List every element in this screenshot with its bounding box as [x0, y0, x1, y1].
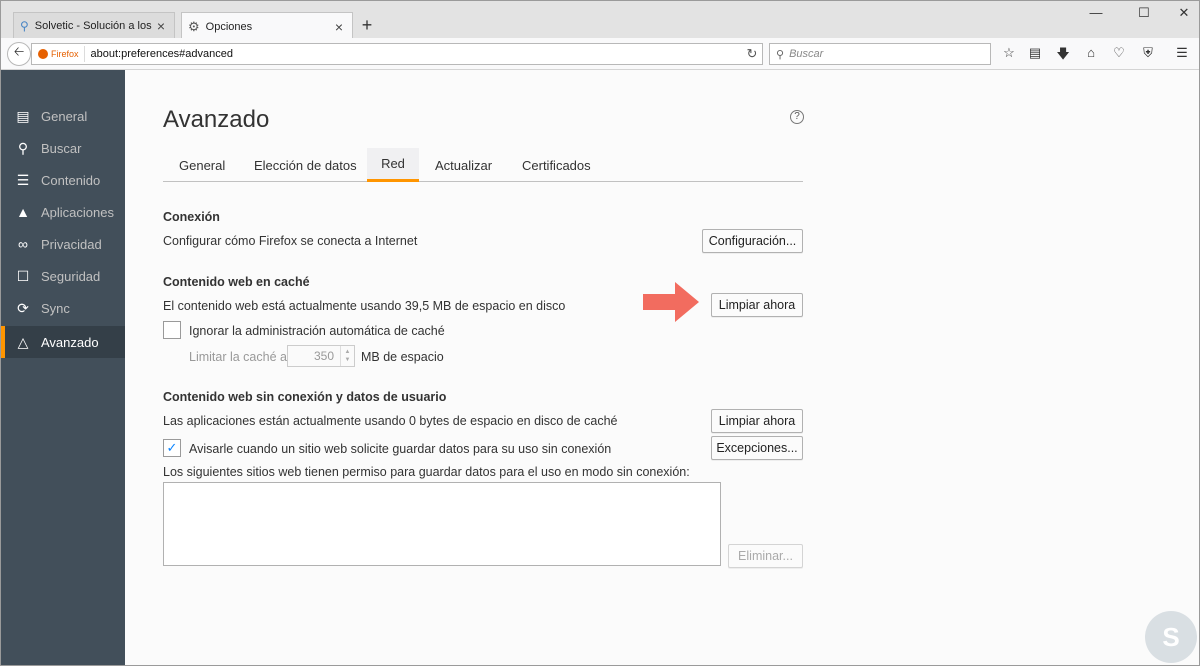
connection-settings-button[interactable]: Configuración...	[702, 229, 803, 253]
red-arrow-annotation	[643, 282, 699, 322]
help-icon[interactable]: ?	[790, 110, 804, 124]
exceptions-button[interactable]: Excepciones...	[711, 436, 803, 460]
bookmark-star-icon[interactable]: ☆	[1000, 45, 1018, 63]
cache-usage-text: El contenido web está actualmente usando…	[163, 299, 566, 313]
sidebar-item-sync[interactable]: ⟳ Sync	[1, 292, 125, 324]
close-tab-icon[interactable]: ×	[154, 18, 168, 34]
page-title: Avanzado	[163, 106, 270, 133]
connection-description: Configurar cómo Firefox se conecta a Int…	[163, 234, 418, 248]
security-lock-icon: ☐	[16, 267, 30, 284]
menu-hamburger-icon[interactable]: ☰	[1173, 45, 1191, 63]
search-icon: ⚲	[17, 139, 29, 156]
sidebar-item-privacidad[interactable]: ∞ Privacidad	[1, 228, 125, 260]
offline-sites-list[interactable]	[163, 482, 721, 566]
tab-strip: ⚲ Solvetic - Solución a los prol × ⚙ Opc…	[1, 1, 1199, 40]
sidebar-item-label: Seguridad	[41, 268, 101, 284]
notify-offline-checkbox[interactable]: ✓	[163, 439, 181, 457]
offline-sites-label: Los siguientes sitios web tienen permiso…	[163, 465, 690, 479]
search-placeholder: Buscar	[789, 48, 824, 60]
clear-cache-button[interactable]: Limpiar ahora	[711, 293, 803, 317]
sidebar: ▤ General ⚲ Buscar ☰ Contenido ▲ Aplicac…	[1, 70, 125, 665]
back-arrow-icon[interactable]: 🡠	[7, 42, 31, 66]
search-input[interactable]: ⚲ Buscar	[769, 43, 991, 65]
sidebar-item-label: Avanzado	[41, 334, 99, 350]
new-tab-button[interactable]: +	[357, 15, 377, 36]
sidebar-item-label: Privacidad	[41, 236, 102, 252]
notify-offline-label: Avisarle cuando un sitio web solicite gu…	[189, 442, 612, 456]
privacy-mask-icon: ∞	[18, 236, 28, 252]
cache-heading: Contenido web en caché	[163, 275, 310, 289]
maximize-icon[interactable]: ☐	[1129, 5, 1159, 23]
sidebar-item-buscar[interactable]: ⚲ Buscar	[1, 132, 125, 164]
override-cache-label: Ignorar la administración automática de …	[189, 324, 445, 338]
close-tab-icon[interactable]: ×	[332, 19, 346, 35]
sidebar-item-label: Sync	[41, 300, 70, 316]
url-bar[interactable]: Firefox about:preferences#advanced ↻	[31, 43, 763, 65]
magnifier-favicon-icon: ⚲	[20, 19, 29, 33]
bookmarks-library-icon[interactable]: ▤	[1026, 45, 1044, 63]
cache-limit-input[interactable]: 350 ▲ ▼	[287, 345, 355, 367]
offline-usage-text: Las aplicaciones están actualmente usand…	[163, 414, 618, 428]
offline-heading: Contenido web sin conexión y datos de us…	[163, 390, 447, 404]
applications-icon: ▲	[16, 204, 30, 220]
gear-icon: ⚙	[188, 18, 200, 34]
sidebar-item-label: Aplicaciones	[41, 204, 114, 220]
sidebar-item-aplicaciones[interactable]: ▲ Aplicaciones	[1, 196, 125, 228]
tab-general[interactable]: General	[179, 148, 225, 182]
solvetic-watermark-logo: S	[1145, 611, 1197, 663]
advanced-tabs: General Elección de datos Red Actualizar…	[163, 148, 803, 182]
tab-eleccion-de-datos[interactable]: Elección de datos	[254, 148, 357, 182]
cache-limit-label: Limitar la caché a	[189, 350, 287, 364]
override-cache-checkbox[interactable]	[163, 321, 181, 339]
shield-extension-icon[interactable]: ⛨	[1139, 45, 1157, 63]
clear-offline-button[interactable]: Limpiar ahora	[711, 409, 803, 433]
reload-icon[interactable]: ↻	[742, 46, 762, 62]
identity-label: Firefox	[51, 49, 79, 59]
close-window-icon[interactable]: ✕	[1169, 5, 1199, 23]
connection-heading: Conexión	[163, 210, 220, 224]
downloads-icon[interactable]: 🡇	[1054, 45, 1072, 63]
search-icon: ⚲	[776, 48, 785, 61]
identity-box[interactable]: Firefox	[32, 46, 85, 62]
cache-limit-value: 350	[313, 349, 334, 363]
tab-solvetic[interactable]: ⚲ Solvetic - Solución a los prol ×	[13, 12, 175, 39]
navigation-bar: 🡠 Firefox about:preferences#advanced ↻ ⚲…	[1, 38, 1199, 70]
tab-certificados[interactable]: Certificados	[522, 148, 591, 182]
home-icon[interactable]: ⌂	[1082, 45, 1100, 63]
checkmark-icon: ✓	[166, 440, 178, 455]
tab-title: Solvetic - Solución a los prol	[34, 20, 154, 32]
minimize-icon[interactable]: —	[1081, 5, 1111, 23]
sidebar-item-seguridad[interactable]: ☐ Seguridad	[1, 260, 125, 292]
advanced-wizard-hat-icon: △	[17, 333, 29, 350]
url-text[interactable]: about:preferences#advanced	[85, 48, 742, 60]
sidebar-item-avanzado[interactable]: △ Avanzado	[1, 326, 125, 358]
tab-red[interactable]: Red	[367, 148, 419, 182]
sidebar-item-label: Contenido	[41, 172, 101, 188]
pocket-icon[interactable]: ♡	[1110, 45, 1128, 63]
general-icon: ▤	[16, 107, 30, 124]
sidebar-item-general[interactable]: ▤ General	[1, 100, 125, 132]
cache-limit-unit: MB de espacio	[361, 350, 444, 364]
remove-site-button: Eliminar...	[728, 544, 803, 568]
content-icon: ☰	[16, 171, 30, 188]
spinner-arrows-icon[interactable]: ▲ ▼	[340, 346, 354, 366]
sync-icon: ⟳	[17, 299, 29, 316]
tab-opciones[interactable]: ⚙ Opciones ×	[181, 12, 353, 40]
tab-title: Opciones	[205, 20, 253, 33]
tab-actualizar[interactable]: Actualizar	[435, 148, 492, 182]
sidebar-item-contenido[interactable]: ☰ Contenido	[1, 164, 125, 196]
sidebar-item-label: Buscar	[41, 140, 82, 156]
sidebar-item-label: General	[41, 108, 88, 124]
preferences-pane: Avanzado ? General Elección de datos Red…	[125, 70, 1199, 665]
firefox-logo-icon	[38, 49, 48, 59]
browser-window: ⚲ Solvetic - Solución a los prol × ⚙ Opc…	[0, 0, 1200, 666]
